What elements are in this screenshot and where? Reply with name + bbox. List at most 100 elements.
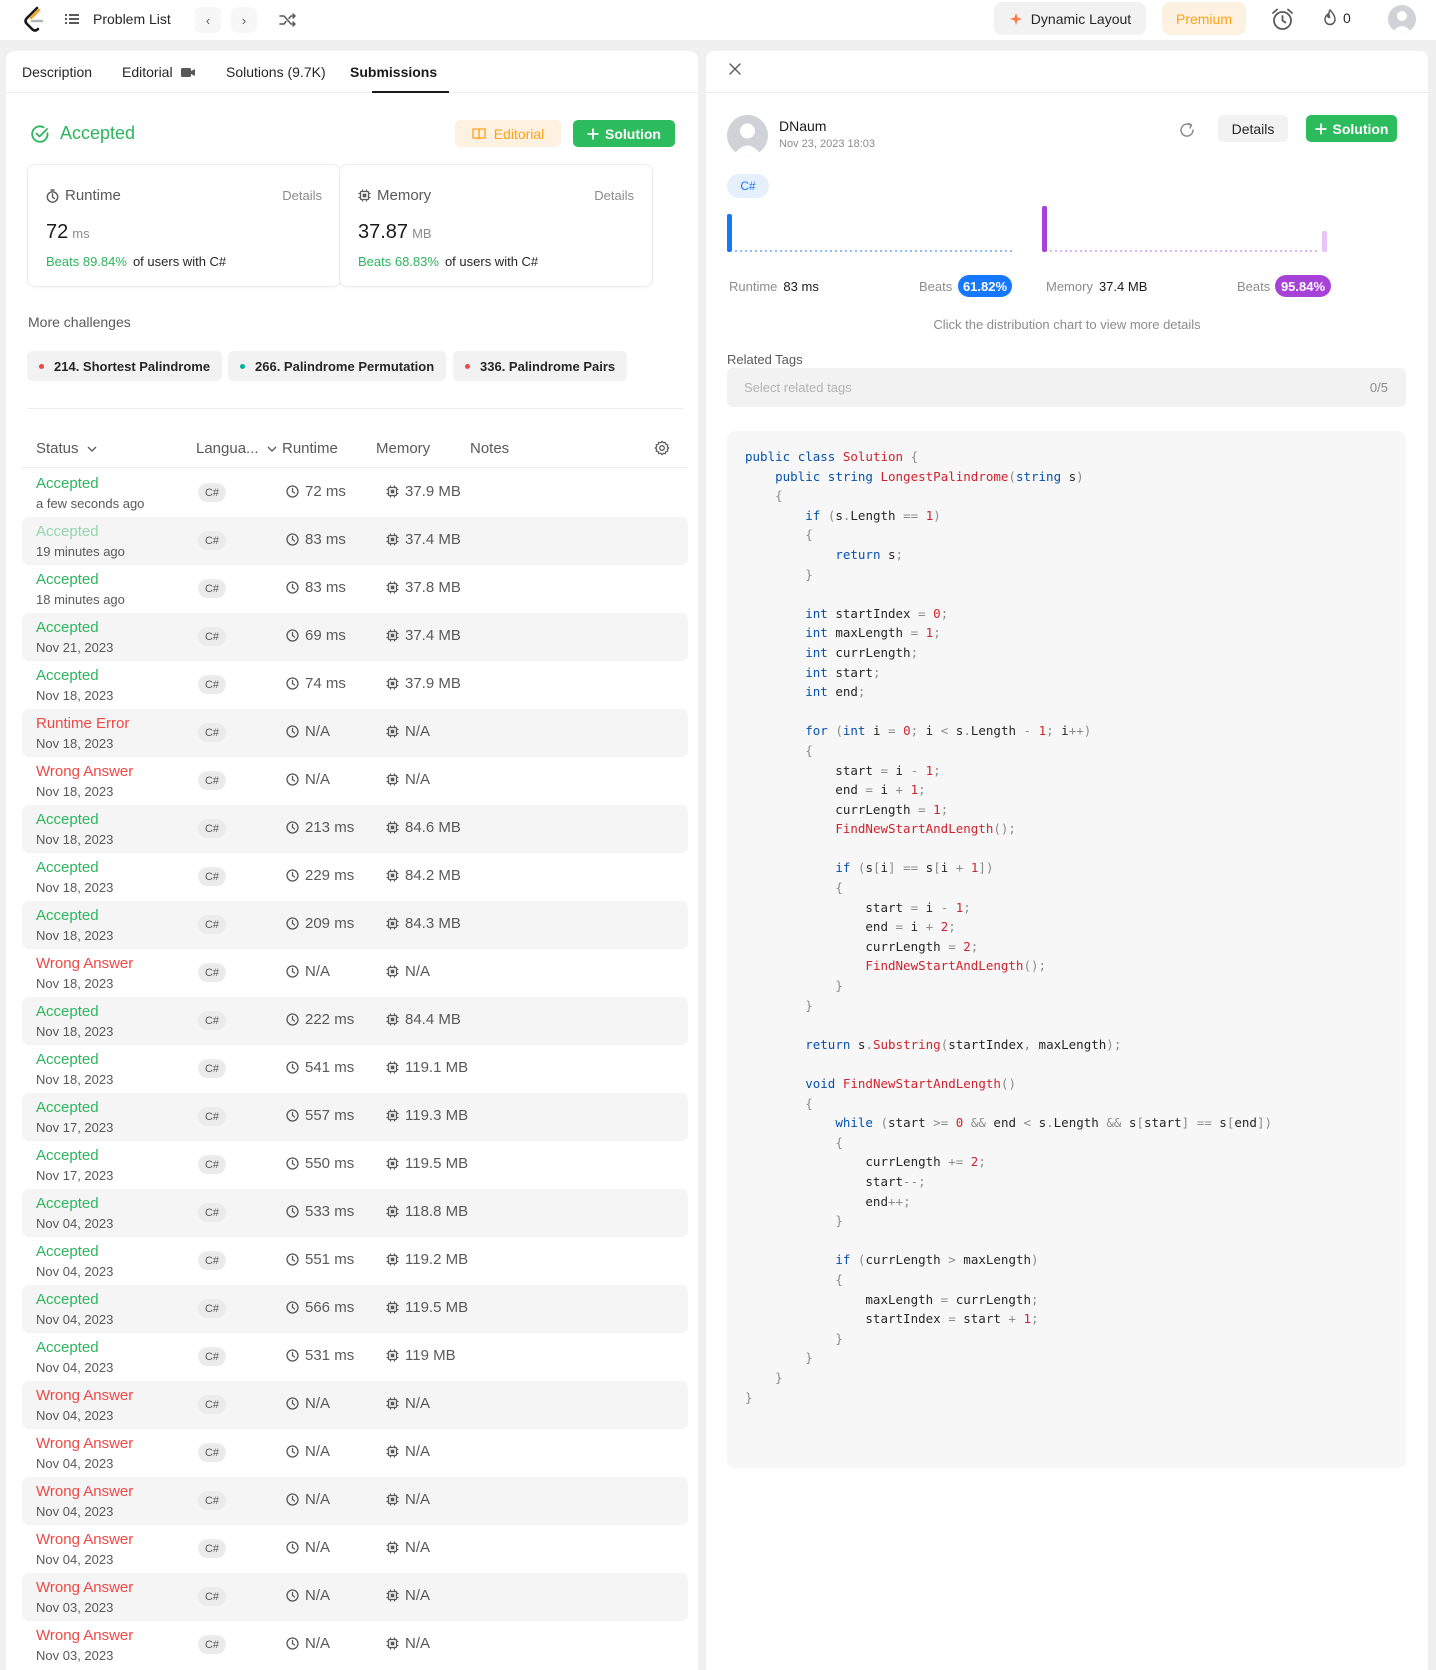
table-row[interactable]: Accepted 19 minutes ago C# 83 ms 37.4 MB xyxy=(22,517,688,565)
table-row[interactable]: Accepted a few seconds ago C# 72 ms 37.9 MB xyxy=(22,469,688,517)
table-row[interactable]: Accepted Nov 18, 2023 C# 222 ms 84.4 MB xyxy=(22,997,688,1045)
row-status[interactable]: Accepted xyxy=(36,1291,99,1308)
row-status[interactable]: Wrong Answer xyxy=(36,1579,133,1596)
row-status[interactable]: Accepted xyxy=(36,1339,99,1356)
table-row[interactable]: Accepted Nov 18, 2023 C# 209 ms 84.3 MB xyxy=(22,901,688,949)
close-icon[interactable] xyxy=(727,61,743,77)
table-row[interactable]: Accepted Nov 21, 2023 C# 69 ms 37.4 MB xyxy=(22,613,688,661)
tab-description[interactable]: Description xyxy=(22,64,92,80)
leetcode-logo-icon[interactable] xyxy=(23,6,45,34)
table-row[interactable]: Wrong Answer Nov 18, 2023 C# N/A N/A xyxy=(22,757,688,805)
table-row[interactable]: Wrong Answer Nov 03, 2023 C# N/A N/A xyxy=(22,1621,688,1669)
table-row[interactable]: Accepted Nov 04, 2023 C# 531 ms 119 MB xyxy=(22,1333,688,1381)
post-solution-button[interactable]: Solution xyxy=(1306,115,1397,142)
row-status[interactable]: Accepted xyxy=(36,1051,99,1068)
row-status[interactable]: Accepted xyxy=(36,667,99,684)
alarm-clock-icon[interactable] xyxy=(1270,7,1295,32)
row-status[interactable]: Accepted xyxy=(36,1003,99,1020)
row-status[interactable]: Wrong Answer xyxy=(36,1627,133,1644)
streak-counter[interactable]: 0 xyxy=(1323,9,1351,26)
row-status[interactable]: Wrong Answer xyxy=(36,1435,133,1452)
row-status[interactable]: Accepted xyxy=(36,1099,99,1116)
memory-distribution-chart[interactable] xyxy=(1042,204,1332,264)
problem-list-icon[interactable] xyxy=(64,11,80,27)
row-memory: 119.5 MB xyxy=(386,1155,468,1172)
table-row[interactable]: Accepted Nov 17, 2023 C# 557 ms 119.3 MB xyxy=(22,1093,688,1141)
row-memory: 84.4 MB xyxy=(386,1011,461,1028)
table-row[interactable]: Accepted Nov 18, 2023 C# 229 ms 84.2 MB xyxy=(22,853,688,901)
author-avatar[interactable] xyxy=(727,115,768,156)
row-status[interactable]: Runtime Error xyxy=(36,715,129,732)
row-status[interactable]: Accepted xyxy=(36,619,99,636)
tab-editorial[interactable]: Editorial xyxy=(122,64,195,80)
table-row[interactable]: Wrong Answer Nov 04, 2023 C# N/A N/A xyxy=(22,1429,688,1477)
add-solution-button[interactable]: Solution xyxy=(573,120,675,147)
user-avatar[interactable] xyxy=(1388,5,1416,33)
row-status[interactable]: Accepted xyxy=(36,1147,99,1164)
challenge-chip[interactable]: 336. Palindrome Pairs xyxy=(453,351,628,381)
avatar-icon xyxy=(733,123,762,156)
row-status[interactable]: Accepted xyxy=(36,523,99,540)
gear-icon[interactable] xyxy=(654,440,670,456)
row-status[interactable]: Accepted xyxy=(36,907,99,924)
table-row[interactable]: Wrong Answer Nov 04, 2023 C# N/A N/A xyxy=(22,1477,688,1525)
table-row[interactable]: Wrong Answer Nov 04, 2023 C# N/A N/A xyxy=(22,1381,688,1429)
table-row[interactable]: Accepted 18 minutes ago C# 83 ms 37.8 MB xyxy=(22,565,688,613)
table-row[interactable]: Wrong Answer Nov 04, 2023 C# N/A N/A xyxy=(22,1525,688,1573)
row-status[interactable]: Accepted xyxy=(36,859,99,876)
details-button[interactable]: Details xyxy=(1218,115,1288,142)
row-status[interactable]: Accepted xyxy=(36,571,99,588)
row-status[interactable]: Wrong Answer xyxy=(36,955,133,972)
challenge-chip[interactable]: 214. Shortest Palindrome xyxy=(27,351,223,381)
row-runtime-value: 229 ms xyxy=(305,867,355,884)
chip-icon xyxy=(386,1205,399,1218)
row-memory: 118.8 MB xyxy=(386,1203,468,1220)
dynamic-layout-button[interactable]: Dynamic Layout xyxy=(994,2,1146,35)
editorial-button[interactable]: Editorial xyxy=(455,120,561,147)
table-row[interactable]: Accepted Nov 18, 2023 C# 541 ms 119.1 MB xyxy=(22,1045,688,1093)
row-status[interactable]: Wrong Answer xyxy=(36,1483,133,1500)
runtime-details-link[interactable]: Details xyxy=(282,188,322,203)
row-runtime-value: N/A xyxy=(305,723,331,740)
row-status[interactable]: Wrong Answer xyxy=(36,763,133,780)
runtime-column-header: Runtime xyxy=(282,440,338,457)
table-row[interactable]: Wrong Answer Nov 18, 2023 C# N/A N/A xyxy=(22,949,688,997)
memory-card[interactable]: Memory Details 37.87 MB Beats 68.83% of us… xyxy=(339,164,653,287)
table-row[interactable]: Accepted Nov 04, 2023 C# 551 ms 119.2 MB xyxy=(22,1237,688,1285)
code-block[interactable]: public class Solution { public string Lo… xyxy=(727,431,1406,1468)
row-status[interactable]: Accepted xyxy=(36,811,99,828)
row-memory: N/A xyxy=(386,771,430,788)
premium-button[interactable]: Premium xyxy=(1162,2,1246,35)
row-status[interactable]: Wrong Answer xyxy=(36,1387,133,1404)
clock-icon xyxy=(286,821,299,834)
clock-icon xyxy=(286,581,299,594)
row-status[interactable]: Accepted xyxy=(36,475,99,492)
row-language-badge: C# xyxy=(198,1155,226,1174)
memory-summary-label: Memory xyxy=(1046,279,1093,294)
challenge-chip[interactable]: 266. Palindrome Permutation xyxy=(228,351,447,381)
table-row[interactable]: Accepted Nov 04, 2023 C# 533 ms 118.8 MB xyxy=(22,1189,688,1237)
memory-details-link[interactable]: Details xyxy=(594,188,634,203)
prev-problem-button[interactable]: ‹ xyxy=(195,7,221,33)
runtime-distribution-chart[interactable] xyxy=(727,204,1017,264)
tab-submissions[interactable]: Submissions xyxy=(350,64,437,80)
runtime-card[interactable]: Runtime Details 72 ms Beats 89.84% of user… xyxy=(27,164,341,287)
row-status[interactable]: Accepted xyxy=(36,1243,99,1260)
language-column-header[interactable]: Langua... xyxy=(196,440,277,457)
row-status[interactable]: Wrong Answer xyxy=(36,1531,133,1548)
status-column-header[interactable]: Status xyxy=(36,440,97,457)
shuffle-icon[interactable] xyxy=(278,10,298,30)
author-name[interactable]: DNaum xyxy=(779,118,826,134)
refresh-icon[interactable] xyxy=(1178,121,1196,139)
problem-list-label[interactable]: Problem List xyxy=(93,11,171,27)
table-row[interactable]: Runtime Error Nov 18, 2023 C# N/A N/A xyxy=(22,709,688,757)
table-row[interactable]: Accepted Nov 18, 2023 C# 74 ms 37.9 MB xyxy=(22,661,688,709)
next-problem-button[interactable]: › xyxy=(231,7,257,33)
table-row[interactable]: Accepted Nov 17, 2023 C# 550 ms 119.5 MB xyxy=(22,1141,688,1189)
table-row[interactable]: Accepted Nov 18, 2023 C# 213 ms 84.6 MB xyxy=(22,805,688,853)
table-row[interactable]: Accepted Nov 04, 2023 C# 566 ms 119.5 MB xyxy=(22,1285,688,1333)
tab-solutions[interactable]: Solutions (9.7K) xyxy=(226,64,326,80)
row-status[interactable]: Accepted xyxy=(36,1195,99,1212)
related-tags-select[interactable]: Select related tags 0/5 xyxy=(727,368,1406,407)
table-row[interactable]: Wrong Answer Nov 03, 2023 C# N/A N/A xyxy=(22,1573,688,1621)
